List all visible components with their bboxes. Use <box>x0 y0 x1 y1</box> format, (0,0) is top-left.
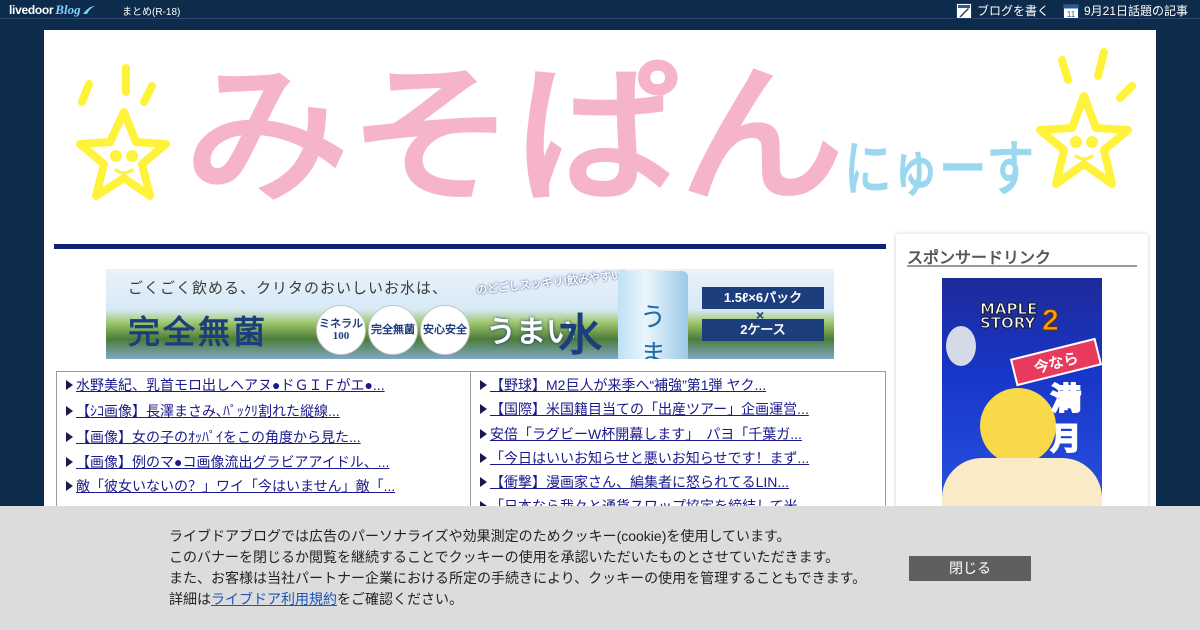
maple-logo-line2: STORY <box>979 314 1036 333</box>
cookie-line-3: また、お客様は当社パートナー企業における所定の手続きにより、クッキーの使用を管理… <box>169 570 867 586</box>
cookie-consent-banner: ライブドアブログでは広告のパーソナライズや効果測定のためクッキー(cookie)… <box>0 506 1200 630</box>
list-item: 安倍「ラグビーW杯開幕します」 パヨ「千葉ガ... <box>480 424 802 444</box>
triangle-bullet-icon <box>480 477 487 487</box>
livedoor-topbar: livedoor Blog まとめ(R-18) ブログを書く 11 9月21日話… <box>0 0 1200 19</box>
article-link[interactable]: 敵「彼女いないの？」ワイ「今はいません」敵「... <box>76 476 395 496</box>
list-item: 【野球】M2巨人が来季へ“補強”第1弾 ヤク... <box>480 375 766 395</box>
smiling-star-left-icon <box>76 64 170 200</box>
article-link[interactable]: 水野美紀、乳首モロ出しヘアヌ●ドＧＩＦがエ●... <box>76 375 385 395</box>
triangle-bullet-icon <box>480 429 487 439</box>
maple-ad-ima: 今なら <box>1009 337 1102 387</box>
blog-logo-text: Blog <box>55 1 81 17</box>
calendar-day-number: 11 <box>1067 10 1076 19</box>
livedoor-blog-logo[interactable]: livedoor Blog <box>9 1 96 18</box>
list-item: 【国際】米国籍目当ての「出産ツアー」企画運営... <box>480 399 809 419</box>
article-link[interactable]: 「今日はいいお知らせと悪いお知らせです！まず... <box>490 448 809 468</box>
article-link[interactable]: 【衝撃】漫画家さん、編集者に怒られてるLIN... <box>490 472 789 492</box>
list-item: 【衝撃】漫画家さん、編集者に怒られてるLIN... <box>480 472 789 492</box>
blog-title-sub: にゅーす <box>844 135 1034 205</box>
list-item: 「今日はいいお知らせと悪いお知らせです！まず... <box>480 448 809 468</box>
close-button[interactable]: 閉じる <box>909 556 1031 581</box>
topic-articles-link[interactable]: 11 9月21日話題の記事 <box>1063 2 1188 19</box>
sidebar-title-rule <box>907 265 1137 267</box>
pencil-note-icon <box>956 2 972 19</box>
calendar-icon: 11 <box>1063 3 1079 19</box>
triangle-bullet-icon <box>480 453 487 463</box>
article-link[interactable]: 安倍「ラグビーW杯開幕します」 パヨ「千葉ガ... <box>490 424 802 444</box>
ad-case-label: 2ケース <box>702 319 824 341</box>
livedoor-logo-text: livedoor <box>9 2 54 17</box>
write-blog-link[interactable]: ブログを書く <box>956 2 1049 19</box>
cookie-line-4-suffix: をご確認ください。 <box>337 591 463 607</box>
triangle-bullet-icon <box>66 432 73 442</box>
article-link[interactable]: 【画像】例のマ●コ画像流出グラビアアイドル、... <box>76 452 389 472</box>
header-artwork: みそぱん にゅーす <box>76 48 1136 224</box>
triangle-bullet-icon <box>66 481 73 491</box>
bottle-label: うま水 <box>640 303 667 359</box>
triangle-bullet-icon <box>66 406 73 416</box>
maple-logo-number: 2 <box>1042 304 1060 338</box>
write-blog-label: ブログを書く <box>977 4 1050 18</box>
water-bottle-image: うま水 <box>618 271 688 359</box>
swoosh-icon <box>82 5 95 14</box>
list-item: 敵「彼女いないの？」ワイ「今はいません」敵「... <box>66 476 395 496</box>
ad-copy: ごくごく飲める、クリタのおいしいお水は、 <box>128 281 449 297</box>
maplestory2-logo: MAPLE STORY 2 <box>979 286 1064 340</box>
ad-catchphrase: のどごしスッキリ!飲みやすい! <box>475 269 627 297</box>
blog-header[interactable]: みそぱん にゅーす <box>44 30 1156 230</box>
ad-badge-sterile: 完全無菌 <box>368 305 418 355</box>
cookie-line-4-prefix: 詳細は <box>169 591 211 607</box>
triangle-bullet-icon <box>480 404 487 414</box>
cookie-line-4: 詳細はライブドア利用規約をご確認ください。 <box>169 589 866 610</box>
terms-of-use-link[interactable]: ライブドア利用規約 <box>211 591 337 607</box>
article-link[interactable]: 【野球】M2巨人が来季へ“補強”第1弾 ヤク... <box>490 375 766 395</box>
cookie-line-1: ライブドアブログでは広告のパーソナライズや効果測定のためクッキー(cookie)… <box>169 528 791 544</box>
article-link[interactable]: 【ｼｺ画像】長澤まさみ､ﾊﾟｯｸﾘ割れた縦線... <box>76 401 340 421</box>
topic-articles-label: 9月21日話題の記事 <box>1084 4 1189 18</box>
ad-badge-mineral: ミネラル100 <box>316 305 366 355</box>
triangle-bullet-icon <box>66 380 73 390</box>
cookie-notice-text: ライブドアブログでは広告のパーソナライズや効果測定のためクッキー(cookie)… <box>169 526 866 610</box>
cookie-line-2: このバナーを閉じるか閲覧を継続することでクッキーの使用を承認いただいたものとさせ… <box>169 549 840 565</box>
moon-image <box>980 388 1056 464</box>
kurita-water-ad[interactable]: ごくごく飲める、クリタのおいしいお水は、 完全無菌 ミネラル100 完全無菌 安… <box>106 269 834 359</box>
triangle-bullet-icon <box>66 457 73 467</box>
balloon-image <box>946 326 976 366</box>
maplestory2-ad[interactable]: MAPLE STORY 2 今なら 満月熱 <box>942 278 1102 518</box>
matome-r18-link[interactable]: まとめ(R-18) <box>122 3 180 18</box>
ad-headline: 完全無菌 <box>128 314 269 350</box>
ad-pack-label: 1.5ℓ×6パック <box>702 287 824 309</box>
list-item: 水野美紀、乳首モロ出しヘアヌ●ドＧＩＦがエ●... <box>66 375 385 395</box>
article-link[interactable]: 【国際】米国籍目当ての「出産ツアー」企画運営... <box>490 399 809 419</box>
triangle-bullet-icon <box>480 380 487 390</box>
ad-badge-safe: 安心安全 <box>420 305 470 355</box>
article-link[interactable]: 【画像】女の子のｵｯﾊﾟｲをこの角度から見た... <box>76 427 361 447</box>
smiling-star-right-icon <box>1036 48 1136 188</box>
ad-product-water: 水 <box>558 311 602 359</box>
list-item: 【ｼｺ画像】長澤まさみ､ﾊﾟｯｸﾘ割れた縦線... <box>66 401 340 421</box>
blog-title-main: みそぱん <box>184 50 844 224</box>
main-divider <box>54 244 886 249</box>
list-item: 【画像】例のマ●コ画像流出グラビアアイドル、... <box>66 452 389 472</box>
list-item: 【画像】女の子のｵｯﾊﾟｲをこの角度から見た... <box>66 427 361 447</box>
